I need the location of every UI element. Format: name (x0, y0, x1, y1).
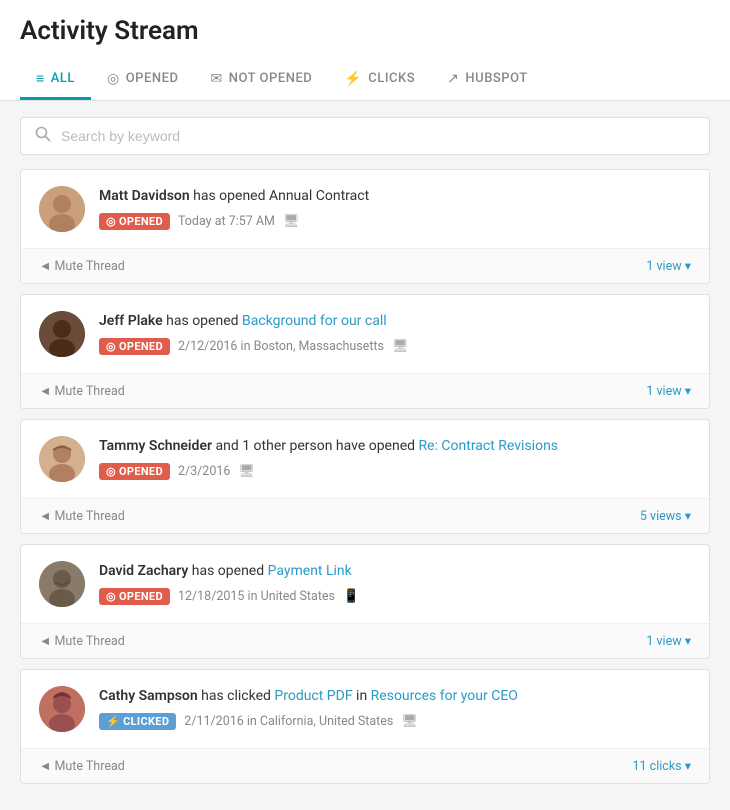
mute-thread-button[interactable]: ◄ Mute Thread (39, 509, 125, 524)
status-badge: ⚡ CLICKED (99, 713, 176, 730)
item-timestamp: 2/11/2016 in California, United States (184, 714, 393, 729)
status-badge: ◎ OPENED (99, 588, 170, 605)
item-content: Jeff Plake has opened Background for our… (99, 311, 691, 355)
item-footer: ◄ Mute Thread 5 views ▾ (21, 498, 709, 533)
contact-name: Matt Davidson (99, 188, 190, 204)
page-wrapper: Activity Stream ≡ ALL ◎ OPENED ✉ NOT OPE… (0, 0, 730, 810)
tab-all[interactable]: ≡ ALL (20, 60, 91, 100)
view-count[interactable]: 5 views ▾ (640, 508, 691, 524)
mute-thread-button[interactable]: ◄ Mute Thread (39, 384, 125, 399)
item-content: Matt Davidson has opened Annual Contract… (99, 186, 691, 230)
item-content: Tammy Schneider and 1 other person have … (99, 436, 691, 480)
device-icon: 🖥 (238, 464, 255, 479)
status-badge: ◎ OPENED (99, 213, 170, 230)
item-timestamp: 2/12/2016 in Boston, Massachusetts (178, 339, 384, 354)
tab-clicks-icon: ⚡ (344, 71, 362, 87)
status-badge: ◎ OPENED (99, 338, 170, 355)
device-icon: 🖥 (392, 339, 409, 354)
tab-opened[interactable]: ◎ OPENED (91, 60, 195, 100)
activity-item: Matt Davidson has opened Annual Contract… (20, 169, 710, 284)
subject-link[interactable]: Product PDF (274, 688, 352, 704)
tabs-bar: ≡ ALL ◎ OPENED ✉ NOT OPENED ⚡ CLICKS ↗ H… (20, 60, 710, 100)
item-meta: ◎ OPENED 2/12/2016 in Boston, Massachuse… (99, 338, 691, 355)
item-meta: ◎ OPENED 12/18/2015 in United States 📱 (99, 588, 691, 605)
item-main: Cathy Sampson has clicked Product PDF in… (21, 670, 709, 748)
contact-name: Jeff Plake (99, 313, 163, 329)
item-timestamp: 12/18/2015 in United States (178, 589, 335, 604)
activity-item: Jeff Plake has opened Background for our… (20, 294, 710, 409)
item-footer: ◄ Mute Thread 1 view ▾ (21, 373, 709, 408)
tab-hubspot[interactable]: ↗ HUBSPOT (431, 60, 544, 100)
item-footer: ◄ Mute Thread 1 view ▾ (21, 248, 709, 283)
device-icon: 📱 (343, 589, 359, 604)
mute-thread-button[interactable]: ◄ Mute Thread (39, 259, 125, 274)
item-main: Jeff Plake has opened Background for our… (21, 295, 709, 373)
search-bar[interactable] (20, 117, 710, 155)
page-title: Activity Stream (20, 16, 710, 46)
item-content: David Zachary has opened Payment Link ◎ … (99, 561, 691, 605)
item-text: Tammy Schneider and 1 other person have … (99, 436, 691, 457)
tab-clicks[interactable]: ⚡ CLICKS (328, 60, 431, 100)
subject2-link[interactable]: Resources for your CEO (371, 688, 518, 704)
mute-thread-button[interactable]: ◄ Mute Thread (39, 759, 125, 774)
subject-link[interactable]: Re: Contract Revisions (419, 438, 559, 454)
item-footer: ◄ Mute Thread 1 view ▾ (21, 623, 709, 658)
page-header: Activity Stream ≡ ALL ◎ OPENED ✉ NOT OPE… (0, 0, 730, 101)
status-badge: ◎ OPENED (99, 463, 170, 480)
contact-name: David Zachary (99, 563, 188, 579)
contact-name: Cathy Sampson (99, 688, 198, 704)
avatar (39, 436, 85, 482)
tab-not-opened[interactable]: ✉ NOT OPENED (194, 60, 328, 100)
view-count[interactable]: 1 view ▾ (646, 383, 691, 399)
search-input[interactable] (61, 128, 695, 144)
item-text: Matt Davidson has opened Annual Contract (99, 186, 691, 207)
item-meta: ⚡ CLICKED 2/11/2016 in California, Unite… (99, 713, 691, 730)
mute-thread-button[interactable]: ◄ Mute Thread (39, 634, 125, 649)
item-main: Tammy Schneider and 1 other person have … (21, 420, 709, 498)
tab-hubspot-icon: ↗ (447, 71, 459, 87)
tab-not-opened-icon: ✉ (210, 71, 222, 87)
contact-name: Tammy Schneider (99, 438, 212, 454)
item-main: David Zachary has opened Payment Link ◎ … (21, 545, 709, 623)
item-timestamp: 2/3/2016 (178, 464, 230, 479)
view-count[interactable]: 1 view ▾ (646, 258, 691, 274)
item-footer: ◄ Mute Thread 11 clicks ▾ (21, 748, 709, 783)
item-text: David Zachary has opened Payment Link (99, 561, 691, 582)
tab-opened-icon: ◎ (107, 71, 120, 87)
item-meta: ◎ OPENED 2/3/2016 🖥 (99, 463, 691, 480)
device-icon: 🖥 (401, 714, 418, 729)
item-main: Matt Davidson has opened Annual Contract… (21, 170, 709, 248)
search-icon (35, 126, 51, 146)
activity-item: Cathy Sampson has clicked Product PDF in… (20, 669, 710, 784)
device-icon: 🖥 (283, 214, 300, 229)
avatar (39, 186, 85, 232)
item-text: Cathy Sampson has clicked Product PDF in… (99, 686, 691, 707)
activity-item: David Zachary has opened Payment Link ◎ … (20, 544, 710, 659)
view-count[interactable]: 1 view ▾ (646, 633, 691, 649)
item-text: Jeff Plake has opened Background for our… (99, 311, 691, 332)
subject-link[interactable]: Payment Link (268, 563, 352, 579)
activity-item: Tammy Schneider and 1 other person have … (20, 419, 710, 534)
main-content: Matt Davidson has opened Annual Contract… (0, 101, 730, 810)
item-content: Cathy Sampson has clicked Product PDF in… (99, 686, 691, 730)
item-meta: ◎ OPENED Today at 7:57 AM 🖥 (99, 213, 691, 230)
view-count[interactable]: 11 clicks ▾ (633, 758, 691, 774)
subject-link[interactable]: Background for our call (242, 313, 387, 329)
avatar (39, 686, 85, 732)
item-timestamp: Today at 7:57 AM (178, 214, 275, 229)
avatar (39, 311, 85, 357)
tab-all-icon: ≡ (36, 70, 45, 87)
avatar (39, 561, 85, 607)
